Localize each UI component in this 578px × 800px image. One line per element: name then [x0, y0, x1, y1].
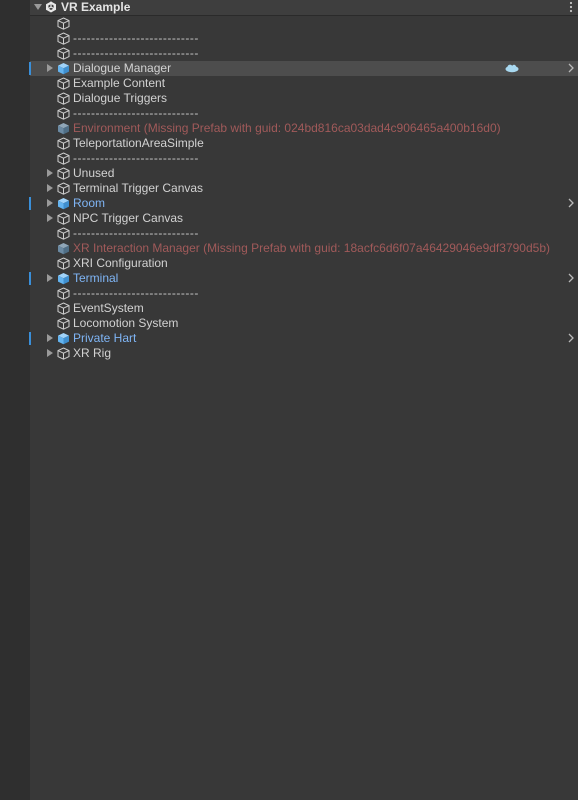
hierarchy-row-label: TeleportationAreaSimple — [73, 136, 204, 150]
foldout-collapsed-icon[interactable] — [46, 273, 54, 283]
foldout-collapsed-icon[interactable] — [46, 348, 54, 358]
hierarchy-row-label: XRI Configuration — [73, 256, 168, 270]
hierarchy-row-label: ---------------------------- — [73, 286, 199, 300]
prefab-override-marker — [29, 272, 31, 285]
cube-outline-icon — [57, 137, 70, 150]
hierarchy-row-label: ---------------------------- — [73, 151, 199, 165]
missing-prefab-icon — [57, 122, 70, 135]
prefab-override-marker — [29, 332, 31, 345]
hierarchy-row[interactable]: ---------------------------- — [30, 286, 578, 301]
hierarchy-row[interactable]: ---------------------------- — [30, 226, 578, 241]
hierarchy-row-label: Room — [73, 196, 106, 210]
cube-outline-icon — [57, 257, 70, 270]
hierarchy-row[interactable]: ---------------------------- — [30, 46, 578, 61]
hierarchy-row[interactable]: XRI Configuration — [30, 256, 578, 271]
hierarchy-row[interactable]: Private Hart — [30, 331, 578, 346]
hierarchy-row[interactable]: Room — [30, 196, 578, 211]
hierarchy-row-label: EventSystem — [73, 301, 144, 315]
cube-outline-icon — [57, 92, 70, 105]
hierarchy-row-label: Private Hart — [73, 331, 137, 345]
hierarchy-row[interactable]: ---------------------------- — [30, 151, 578, 166]
cube-outline-icon — [57, 212, 70, 225]
foldout-expanded-icon[interactable] — [33, 2, 43, 12]
scene-header[interactable]: VR Example — [30, 0, 578, 16]
hierarchy-row[interactable]: EventSystem — [30, 301, 578, 316]
hierarchy-row[interactable]: Terminal Trigger Canvas — [30, 181, 578, 196]
hierarchy-row-label: Terminal Trigger Canvas — [73, 181, 204, 195]
hierarchy-row-label: Example Content — [73, 76, 166, 90]
hierarchy-row-label: Unused — [73, 166, 115, 180]
hierarchy-row[interactable]: XR Rig — [30, 346, 578, 361]
chevron-right-icon[interactable] — [568, 273, 574, 283]
chevron-right-icon[interactable] — [568, 333, 574, 343]
hierarchy-row[interactable]: Terminal — [30, 271, 578, 286]
hierarchy-row-label: ---------------------------- — [73, 31, 199, 45]
unity-scene-icon — [45, 1, 57, 13]
foldout-collapsed-icon[interactable] — [46, 198, 54, 208]
prefab-cube-icon — [57, 62, 70, 75]
prefab-cube-icon — [57, 197, 70, 210]
hierarchy-row[interactable]: Dialogue Triggers — [30, 91, 578, 106]
cube-outline-icon — [57, 47, 70, 60]
hierarchy-row[interactable] — [30, 16, 578, 31]
chevron-right-icon[interactable] — [568, 198, 574, 208]
cloud-icon — [505, 64, 519, 73]
hierarchy-row[interactable]: XR Interaction Manager (Missing Prefab w… — [30, 241, 578, 256]
hierarchy-row[interactable]: Example Content — [30, 76, 578, 91]
hierarchy-row[interactable]: ---------------------------- — [30, 106, 578, 121]
hierarchy-row[interactable]: Locomotion System — [30, 316, 578, 331]
cube-outline-icon — [57, 17, 70, 30]
cube-outline-icon — [57, 167, 70, 180]
hierarchy-row-label: Dialogue Manager — [73, 61, 172, 75]
cube-outline-icon — [57, 152, 70, 165]
cube-outline-icon — [57, 32, 70, 45]
hierarchy-row-label: XR Rig — [73, 346, 112, 360]
cube-outline-icon — [57, 302, 70, 315]
left-gutter — [0, 0, 30, 800]
scene-title: VR Example — [61, 0, 131, 14]
hierarchy-row[interactable]: Unused — [30, 166, 578, 181]
hierarchy-row-label: XR Interaction Manager (Missing Prefab w… — [73, 241, 550, 255]
hierarchy-row[interactable]: Dialogue Manager — [30, 61, 578, 76]
hierarchy-row[interactable]: ---------------------------- — [30, 31, 578, 46]
missing-prefab-icon — [57, 242, 70, 255]
cube-outline-icon — [57, 182, 70, 195]
hierarchy-row[interactable]: NPC Trigger Canvas — [30, 211, 578, 226]
chevron-right-icon[interactable] — [568, 63, 574, 73]
hierarchy-row-label: ---------------------------- — [73, 106, 199, 120]
hierarchy-row-label: ---------------------------- — [73, 226, 199, 240]
hierarchy-row-label: Locomotion System — [73, 316, 179, 330]
cube-outline-icon — [57, 107, 70, 120]
hierarchy-row[interactable]: TeleportationAreaSimple — [30, 136, 578, 151]
prefab-cube-icon — [57, 272, 70, 285]
hierarchy-row[interactable]: Environment (Missing Prefab with guid: 0… — [30, 121, 578, 136]
prefab-cube-icon — [57, 332, 70, 345]
foldout-collapsed-icon[interactable] — [46, 168, 54, 178]
foldout-collapsed-icon[interactable] — [46, 183, 54, 193]
foldout-collapsed-icon[interactable] — [46, 63, 54, 73]
hierarchy-row-label: NPC Trigger Canvas — [73, 211, 184, 225]
cube-outline-icon — [57, 287, 70, 300]
prefab-override-marker — [29, 197, 31, 210]
hierarchy-row-label: ---------------------------- — [73, 46, 199, 60]
more-options-icon[interactable] — [569, 1, 573, 13]
hierarchy-row-label: Terminal — [73, 271, 119, 285]
cube-outline-icon — [57, 317, 70, 330]
hierarchy-row-label: Dialogue Triggers — [73, 91, 168, 105]
prefab-override-marker — [29, 62, 31, 75]
foldout-collapsed-icon[interactable] — [46, 213, 54, 223]
cube-outline-icon — [57, 347, 70, 360]
hierarchy-row-label: Environment (Missing Prefab with guid: 0… — [73, 121, 501, 135]
cube-outline-icon — [57, 77, 70, 90]
foldout-collapsed-icon[interactable] — [46, 333, 54, 343]
cube-outline-icon — [57, 227, 70, 240]
